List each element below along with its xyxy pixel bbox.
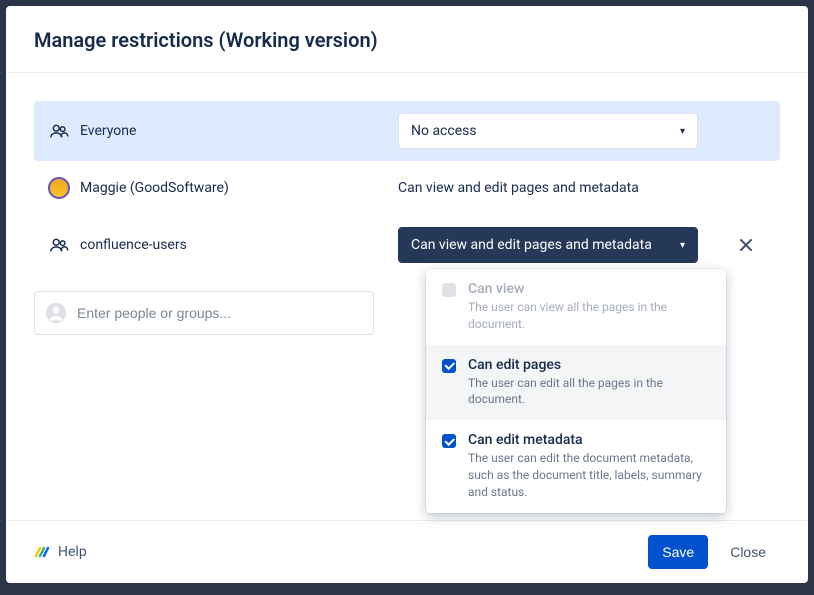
dialog-body: Everyone No access ▾ Maggie (GoodSoftwar… bbox=[6, 73, 808, 520]
help-label: Help bbox=[58, 544, 87, 560]
dropdown-option-desc: The user can edit all the pages in the d… bbox=[468, 375, 710, 409]
checkbox-icon bbox=[442, 283, 456, 297]
dialog-title: Manage restrictions (Working version) bbox=[34, 28, 780, 52]
identity-everyone: Everyone bbox=[48, 120, 398, 142]
dropdown-option-desc: The user can view all the pages in the d… bbox=[468, 299, 710, 333]
checkbox-icon bbox=[442, 359, 456, 373]
dropdown-option-title: Can edit metadata bbox=[468, 432, 710, 448]
row-user-maggie: Maggie (GoodSoftware) Can view and edit … bbox=[34, 161, 780, 215]
dropdown-option-title: Can edit pages bbox=[468, 357, 710, 373]
people-input-wrapper[interactable] bbox=[34, 291, 374, 335]
chevron-down-icon: ▾ bbox=[680, 126, 685, 137]
save-button[interactable]: Save bbox=[648, 535, 708, 569]
dropdown-option-desc: The user can edit the document metadata,… bbox=[468, 450, 710, 500]
dropdown-option-can-view[interactable]: Can view The user can view all the pages… bbox=[426, 269, 726, 345]
chevron-down-icon: ▾ bbox=[680, 240, 685, 251]
close-button[interactable]: Close bbox=[716, 535, 780, 569]
everyone-access-select[interactable]: No access ▾ bbox=[398, 113, 698, 149]
remove-group-button[interactable] bbox=[734, 233, 758, 257]
help-icon bbox=[34, 544, 50, 560]
user-access-text: Can view and edit pages and metadata bbox=[398, 180, 639, 196]
identity-group-confluence-users: confluence-users bbox=[48, 234, 398, 256]
dialog-header: Manage restrictions (Working version) bbox=[6, 6, 808, 73]
user-avatar bbox=[48, 177, 70, 199]
row-group-confluence-users: confluence-users Can view and edit pages… bbox=[34, 215, 780, 275]
identity-user-maggie: Maggie (GoodSoftware) bbox=[48, 177, 398, 199]
row-user-label: Maggie (GoodSoftware) bbox=[80, 180, 229, 196]
dropdown-option-title: Can view bbox=[468, 281, 710, 297]
group-icon bbox=[48, 234, 70, 256]
people-input[interactable] bbox=[77, 305, 363, 321]
row-everyone: Everyone No access ▾ bbox=[34, 101, 780, 161]
group-access-select[interactable]: Can view and edit pages and metadata ▾ bbox=[398, 227, 698, 263]
row-everyone-label: Everyone bbox=[80, 123, 136, 139]
person-icon bbox=[45, 302, 67, 324]
row-group-label: confluence-users bbox=[80, 237, 187, 253]
help-link[interactable]: Help bbox=[34, 544, 87, 560]
dialog-footer: Help Save Close bbox=[6, 520, 808, 583]
group-access-value: Can view and edit pages and metadata bbox=[411, 237, 652, 253]
dropdown-option-can-edit-metadata[interactable]: Can edit metadata The user can edit the … bbox=[426, 420, 726, 512]
access-dropdown: Can view The user can view all the pages… bbox=[426, 269, 726, 513]
checkbox-icon bbox=[442, 434, 456, 448]
group-icon bbox=[48, 120, 70, 142]
restrictions-dialog: Manage restrictions (Working version) Ev… bbox=[6, 6, 808, 583]
dropdown-option-can-edit-pages[interactable]: Can edit pages The user can edit all the… bbox=[426, 345, 726, 421]
everyone-access-value: No access bbox=[411, 123, 477, 139]
